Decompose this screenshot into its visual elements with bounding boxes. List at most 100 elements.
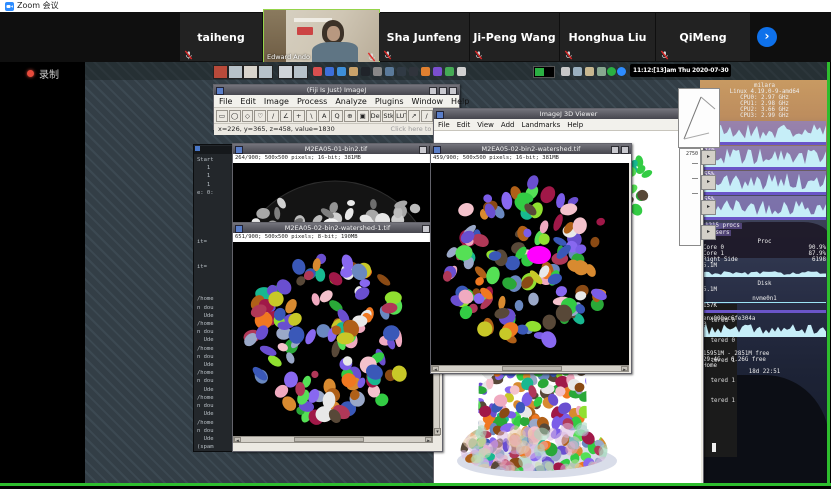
tool-button[interactable]: ▭ xyxy=(216,110,228,122)
tool-button[interactable]: / xyxy=(267,110,279,122)
launcher-icon[interactable] xyxy=(457,67,466,76)
gray-image-titlebar[interactable]: M2EA05-01-bin2.tif xyxy=(233,144,439,154)
watershed2-info: 459/900; 500x500 pixels; 16-bit; 381MB xyxy=(431,154,631,163)
participant-video-tile[interactable]: Edward Ando xyxy=(263,9,380,64)
menu-item[interactable]: Help xyxy=(451,97,469,106)
tray-clipboard-icon[interactable] xyxy=(585,67,594,76)
menu-item[interactable]: File xyxy=(219,97,232,106)
tool-button[interactable]: ⊕ xyxy=(344,110,356,122)
watershed2-window: M2EA05-02-bin2-watershed.tif 459/900; 50… xyxy=(430,143,632,374)
tool-button[interactable]: / xyxy=(421,110,433,122)
tool-button[interactable]: A xyxy=(318,110,330,122)
launcher-icon[interactable] xyxy=(337,67,346,76)
menu-item[interactable]: View xyxy=(477,121,494,129)
panel-arrow-button[interactable]: ▸ xyxy=(701,150,716,165)
tool-button[interactable]: ▣ xyxy=(357,110,369,122)
viewer3d-titlebar[interactable]: ImageJ 3D Viewer xyxy=(434,109,703,119)
participant-tile[interactable]: Ji-Peng Wang xyxy=(470,13,559,61)
tool-button[interactable]: ◯ xyxy=(229,110,241,122)
tray-zoom-icon[interactable] xyxy=(617,67,626,76)
launcher-icon[interactable] xyxy=(361,67,370,76)
window-controls[interactable] xyxy=(429,87,457,95)
launcher-icon[interactable] xyxy=(373,67,382,76)
imagej-titlebar[interactable]: (Fiji Is Just) ImageJ xyxy=(214,85,459,95)
watershed2-titlebar[interactable]: M2EA05-02-bin2-watershed.tif xyxy=(431,144,631,154)
panel-arrow-button[interactable]: ▸ xyxy=(701,175,716,190)
menu-item[interactable]: Analyze xyxy=(335,97,367,106)
window-controls[interactable] xyxy=(611,146,629,154)
participant-tile[interactable]: Honghua Liu xyxy=(560,13,655,61)
next-participants-button[interactable]: › xyxy=(757,27,777,47)
graph-underline xyxy=(703,142,826,145)
taskbar-window-button[interactable] xyxy=(213,65,228,79)
launcher-icon[interactable] xyxy=(313,67,322,76)
tray-icon[interactable] xyxy=(597,67,606,76)
menu-item[interactable]: Plugins xyxy=(375,97,404,106)
participant-tile[interactable]: taiheng xyxy=(180,13,262,61)
launcher-icon[interactable] xyxy=(397,67,406,76)
tool-button[interactable]: \ xyxy=(306,110,318,122)
horizontal-scrollbar[interactable]: ◂▸ xyxy=(431,365,629,372)
panel-arrow-button[interactable]: ▸ xyxy=(701,225,716,240)
imagej-menubar: File Edit Image Process Analyze Plugins Window… xyxy=(214,95,459,108)
tool-button[interactable]: ♡ xyxy=(254,110,266,122)
panel-arrow-button[interactable]: ▸ xyxy=(701,200,716,215)
horizontal-scrollbar[interactable]: ◂▸ xyxy=(233,436,433,443)
taskbar-window-button[interactable] xyxy=(258,65,273,79)
menu-item[interactable]: Help xyxy=(567,121,583,129)
tool-button[interactable]: ◇ xyxy=(242,110,254,122)
taskbar-clock[interactable]: 11:12:[13]am Thu 2020-07-30 xyxy=(630,64,731,77)
window-icon xyxy=(235,146,243,154)
tool-button[interactable]: Stk xyxy=(382,110,394,122)
tray-icon[interactable] xyxy=(607,67,616,76)
watershed2-canvas[interactable] xyxy=(431,163,629,366)
launcher-icon[interactable] xyxy=(349,67,358,76)
taskbar-window-button[interactable] xyxy=(243,65,258,79)
tool-button[interactable]: LUT xyxy=(395,110,407,122)
tool-button[interactable]: Q xyxy=(331,110,343,122)
launcher-icon[interactable] xyxy=(433,67,442,76)
tray-volume-icon[interactable] xyxy=(561,67,570,76)
maximize-icon xyxy=(439,87,447,95)
tool-button[interactable]: + xyxy=(293,110,305,122)
participant-name: Edward Ando xyxy=(267,53,310,61)
menu-item[interactable]: Edit xyxy=(240,97,256,106)
menu-item[interactable]: Window xyxy=(412,97,444,106)
launcher-icon-firefox[interactable] xyxy=(421,67,430,76)
taskbar-window-button[interactable] xyxy=(228,65,243,79)
axis-tick-label: 2750 xyxy=(680,149,700,157)
tool-button[interactable]: Dev xyxy=(370,110,382,122)
participant-name: taiheng xyxy=(197,31,244,44)
tool-button[interactable]: ↗ xyxy=(408,110,420,122)
menu-item[interactable]: Edit xyxy=(457,121,471,129)
menu-item[interactable]: Image xyxy=(264,97,289,106)
menu-item[interactable]: Landmarks xyxy=(521,121,560,129)
participant-tile[interactable]: QiMeng xyxy=(656,13,750,61)
menu-item[interactable]: Process xyxy=(297,97,327,106)
taskbar-window-button[interactable] xyxy=(293,65,308,79)
participant-name: QiMeng xyxy=(679,31,726,44)
tool-button[interactable]: ∠ xyxy=(280,110,292,122)
launcher-icon[interactable] xyxy=(385,67,394,76)
tray-icon[interactable] xyxy=(573,67,582,76)
launcher-icon[interactable] xyxy=(445,67,454,76)
watershed1-titlebar[interactable]: M2EA05-02-bin2-watershed-1.tif xyxy=(233,223,442,233)
imagej-main-window: (Fiji Is Just) ImageJ File Edit Image Proce… xyxy=(213,84,460,130)
recording-dot-icon xyxy=(27,70,34,77)
participant-name: Honghua Liu xyxy=(569,31,647,44)
menu-item[interactable]: Add xyxy=(501,121,515,129)
io-history-graph xyxy=(703,269,826,277)
launcher-icon[interactable] xyxy=(409,67,418,76)
participant-name: Ji-Peng Wang xyxy=(473,31,555,44)
disk-device: nvme0n1 xyxy=(703,296,826,303)
watershed1-canvas[interactable] xyxy=(233,242,433,436)
watershed-labels-image xyxy=(233,242,433,436)
watershed-labels-image xyxy=(431,163,629,366)
menu-item[interactable]: File xyxy=(438,121,450,129)
cursor-position-readout: x=226, y=365, z=458, value=1830 xyxy=(218,124,335,135)
orientation-widget-panel xyxy=(678,88,720,148)
app-title: Zoom 会议 xyxy=(17,0,59,12)
taskbar-window-button[interactable] xyxy=(278,65,293,79)
launcher-icon[interactable] xyxy=(325,67,334,76)
participant-tile[interactable]: Sha Junfeng xyxy=(379,13,469,61)
